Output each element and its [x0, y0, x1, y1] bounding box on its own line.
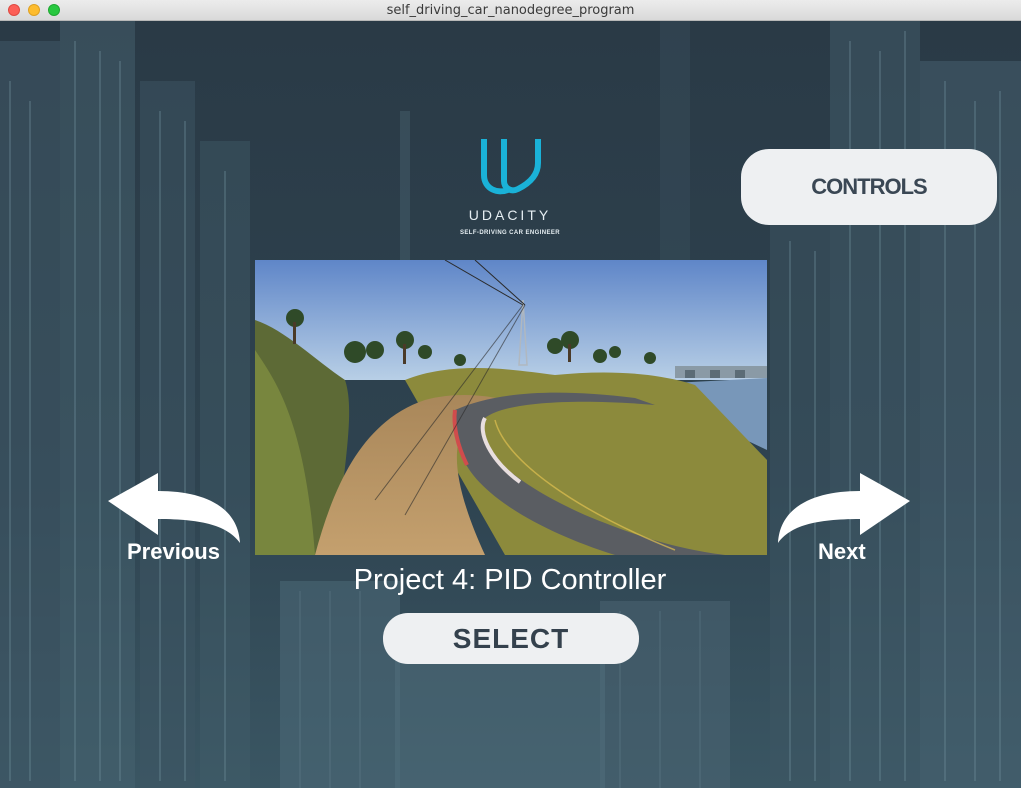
app-window: self_driving_car_nanodegree_program UDAC…: [0, 0, 1021, 788]
select-button-label: SELECT: [452, 622, 570, 654]
menu-scene: UDACITY SELF-DRIVING CAR ENGINEER CONTRO…: [0, 21, 1021, 788]
udacity-u-logo-icon: [481, 139, 541, 195]
next-label[interactable]: Next: [818, 539, 866, 565]
project-preview-image: [255, 260, 767, 555]
window-title: self_driving_car_nanodegree_program: [386, 3, 635, 18]
select-button[interactable]: SELECT: [383, 613, 639, 664]
logo-tagline: SELF-DRIVING CAR ENGINEER: [459, 230, 560, 236]
title-bar: self_driving_car_nanodegree_program: [0, 0, 1021, 21]
controls-button[interactable]: CONTROLS: [741, 149, 997, 225]
previous-label[interactable]: Previous: [127, 539, 220, 565]
project-title: Project 4: PID Controller: [353, 564, 667, 596]
logo-wordmark: UDACITY: [468, 207, 552, 223]
controls-button-label: CONTROLS: [811, 174, 927, 199]
